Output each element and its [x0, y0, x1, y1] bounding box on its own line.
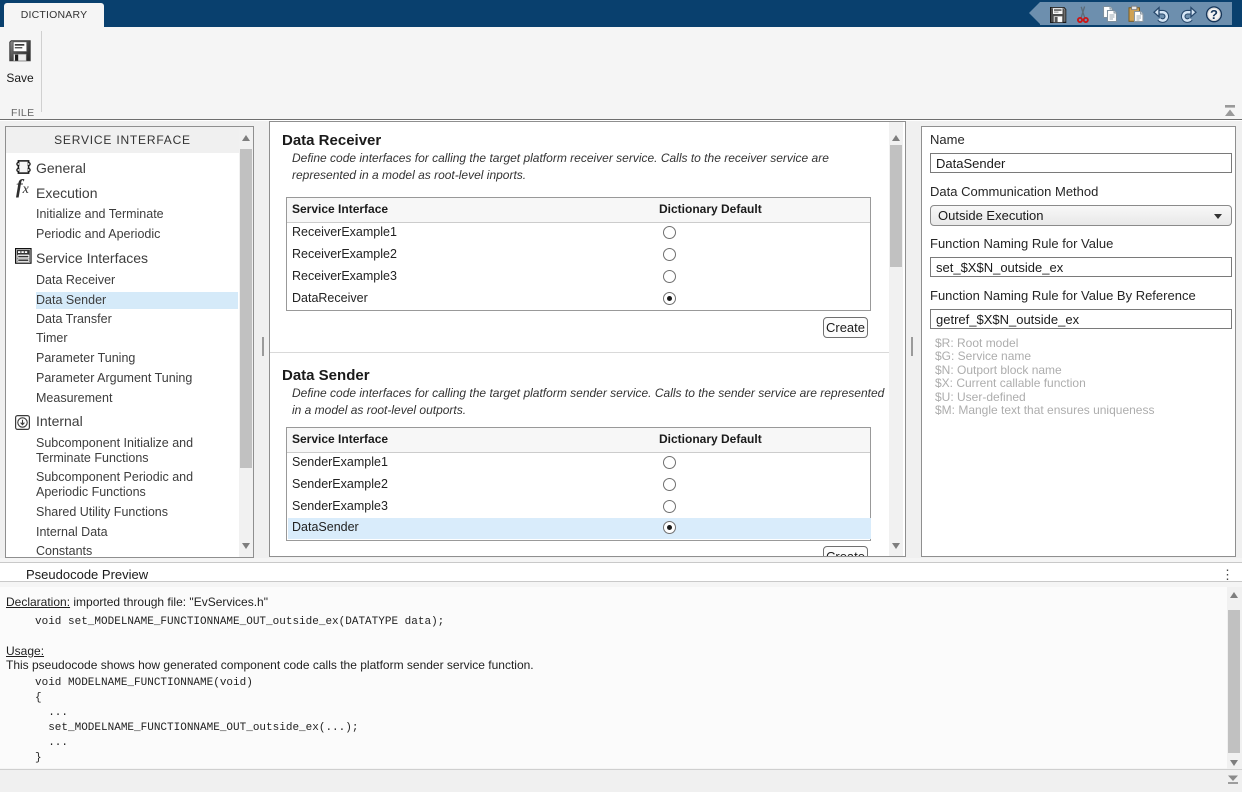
svg-text:?: ?	[1210, 7, 1218, 22]
